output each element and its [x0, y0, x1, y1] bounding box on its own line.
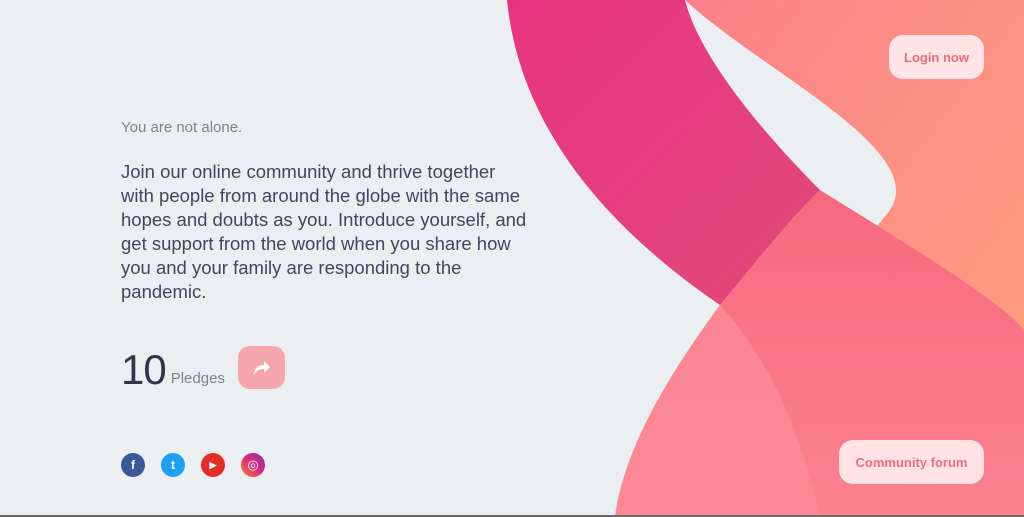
share-arrow-icon [253, 360, 270, 375]
twitter-icon[interactable]: t [161, 453, 185, 477]
social-links: f t ▶ ◎ [121, 453, 265, 477]
instagram-icon[interactable]: ◎ [241, 453, 265, 477]
twitter-glyph: t [171, 458, 175, 472]
community-forum-button[interactable]: Community forum [839, 440, 984, 484]
pledge-counter: 10 Pledges [121, 346, 225, 394]
hero-section: You are not alone. Join our online commu… [121, 118, 541, 304]
hero-tagline: You are not alone. [121, 119, 243, 136]
hero-intro-text: Join our online community and thrive tog… [121, 161, 527, 302]
share-pledge-button[interactable] [238, 346, 285, 389]
pledge-count: 10 [121, 346, 167, 393]
facebook-glyph: f [131, 458, 135, 472]
youtube-glyph: ▶ [209, 459, 217, 470]
youtube-icon[interactable]: ▶ [201, 453, 225, 477]
instagram-glyph: ◎ [247, 457, 259, 472]
facebook-icon[interactable]: f [121, 453, 145, 477]
login-button[interactable]: Login now [889, 35, 984, 79]
pledge-label: Pledges [170, 370, 225, 387]
